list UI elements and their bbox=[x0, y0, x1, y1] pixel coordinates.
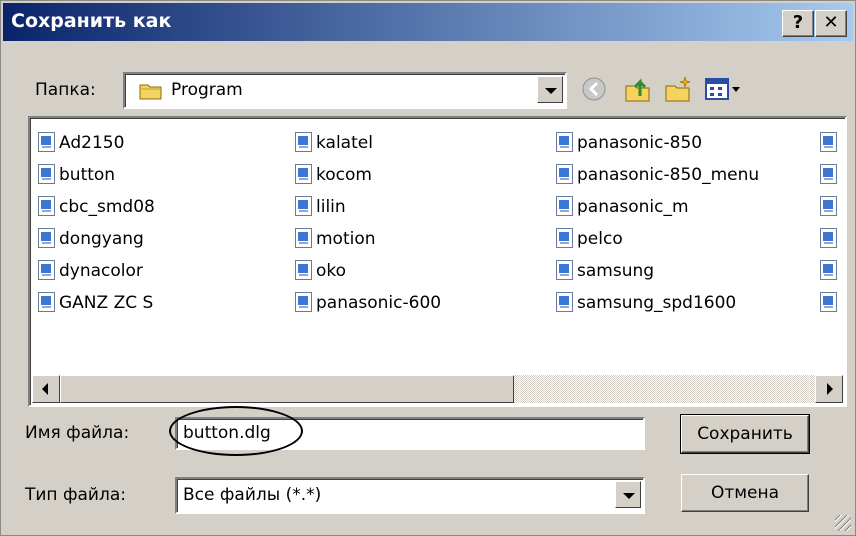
list-item[interactable]: panasonic-850_menu bbox=[556, 164, 759, 188]
filetype-value: Все файлы (*.*) bbox=[183, 485, 322, 505]
filetype-label: Тип файла: bbox=[25, 485, 126, 505]
file-icon bbox=[556, 260, 573, 280]
arrow-right-icon bbox=[827, 383, 833, 395]
list-item[interactable]: panasonic-600 bbox=[295, 292, 441, 316]
new-folder-icon[interactable] bbox=[663, 74, 693, 104]
file-icon bbox=[820, 164, 841, 188]
file-list[interactable]: Ad2150 button cbc_smd08 dongyang dynacol… bbox=[28, 116, 847, 407]
list-item[interactable]: kocom bbox=[295, 164, 372, 188]
scroll-right-button[interactable] bbox=[815, 375, 843, 403]
arrow-left-icon bbox=[42, 383, 48, 395]
file-icon bbox=[38, 196, 55, 216]
file-icon bbox=[556, 132, 573, 152]
file-icon bbox=[820, 260, 841, 284]
filename-value: button.dlg bbox=[183, 423, 271, 443]
list-item[interactable]: oko bbox=[295, 260, 346, 284]
horizontal-scrollbar[interactable] bbox=[32, 375, 843, 403]
file-icon bbox=[556, 292, 573, 312]
file-icon bbox=[38, 132, 55, 152]
file-icon bbox=[38, 228, 55, 248]
folder-combo[interactable]: Program bbox=[123, 72, 567, 109]
scroll-track[interactable] bbox=[514, 375, 815, 403]
resize-grip[interactable] bbox=[835, 515, 851, 531]
folder-label: Папка: bbox=[35, 80, 96, 100]
view-menu-icon[interactable] bbox=[703, 74, 745, 104]
file-icon bbox=[295, 292, 312, 312]
filename-label: Имя файла: bbox=[25, 423, 130, 443]
scroll-thumb[interactable] bbox=[60, 375, 514, 403]
dialog-title: Сохранить как bbox=[11, 10, 172, 32]
filename-input[interactable]: button.dlg bbox=[175, 417, 645, 450]
file-icon bbox=[38, 292, 55, 312]
list-item[interactable]: dynacolor bbox=[38, 260, 143, 284]
file-icon bbox=[556, 164, 573, 184]
file-icon bbox=[820, 132, 841, 156]
list-item[interactable]: panasonic-850 bbox=[556, 132, 702, 156]
close-button[interactable]: ✕ bbox=[815, 10, 847, 37]
scroll-left-button[interactable] bbox=[32, 375, 60, 403]
file-icon bbox=[556, 196, 573, 216]
filetype-select[interactable]: Все файлы (*.*) bbox=[175, 477, 645, 514]
save-as-dialog: Сохранить как ? ✕ Папка: Program Ad2150 … bbox=[0, 0, 856, 536]
save-button[interactable]: Сохранить bbox=[680, 414, 810, 454]
folder-dropdown-button[interactable] bbox=[537, 76, 563, 103]
list-item[interactable]: panasonic_m bbox=[556, 196, 689, 220]
file-icon bbox=[820, 228, 841, 252]
title-bar[interactable]: Сохранить как ? ✕ bbox=[3, 3, 853, 41]
list-item[interactable]: dongyang bbox=[38, 228, 144, 252]
back-icon[interactable] bbox=[579, 74, 609, 104]
cancel-button[interactable]: Отмена bbox=[681, 474, 809, 512]
file-icon bbox=[38, 164, 55, 184]
list-item[interactable]: motion bbox=[295, 228, 376, 252]
list-item[interactable]: GANZ ZC S bbox=[38, 292, 153, 316]
folder-value: Program bbox=[171, 80, 243, 100]
file-icon bbox=[295, 228, 312, 248]
list-item[interactable]: cbc_smd08 bbox=[38, 196, 155, 220]
file-icon bbox=[820, 292, 841, 316]
list-item[interactable]: samsung_spd1600 bbox=[556, 292, 736, 316]
file-icon bbox=[38, 260, 55, 280]
list-item[interactable]: button bbox=[38, 164, 115, 188]
list-item[interactable]: pelco bbox=[556, 228, 623, 252]
filetype-dropdown-button[interactable] bbox=[615, 481, 641, 508]
file-icon bbox=[295, 132, 312, 152]
list-item[interactable]: Ad2150 bbox=[38, 132, 124, 156]
list-item[interactable]: kalatel bbox=[295, 132, 373, 156]
list-item[interactable]: samsung bbox=[556, 260, 654, 284]
file-icon bbox=[295, 196, 312, 216]
file-icon bbox=[556, 228, 573, 248]
file-icon bbox=[295, 164, 312, 184]
list-item[interactable]: lilin bbox=[295, 196, 346, 220]
file-icon bbox=[820, 196, 841, 220]
folder-icon bbox=[139, 82, 163, 100]
file-icon bbox=[295, 260, 312, 280]
help-button[interactable]: ? bbox=[782, 10, 814, 37]
up-folder-icon[interactable] bbox=[623, 74, 653, 104]
